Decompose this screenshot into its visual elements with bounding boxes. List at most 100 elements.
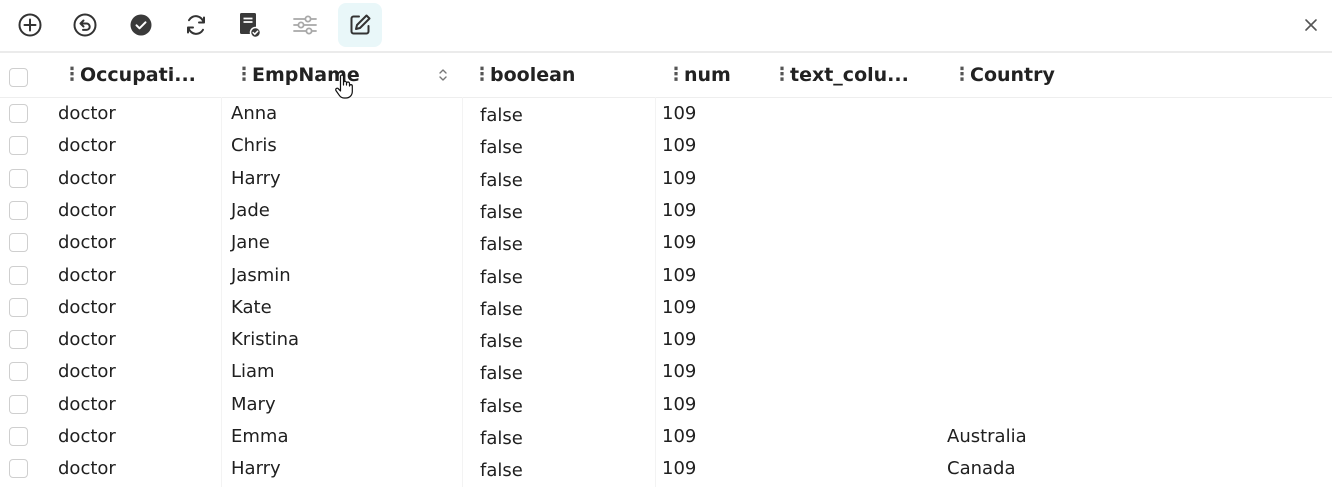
table-row[interactable]: doctor Kristina false 109 xyxy=(0,324,1332,356)
column-header-country[interactable]: ⋮ Country xyxy=(953,53,1055,97)
table-row[interactable]: doctor Jasmin false 109 xyxy=(0,260,1332,292)
cell-occupation[interactable]: doctor xyxy=(58,297,116,318)
undo-icon xyxy=(73,13,97,37)
select-all-checkbox[interactable] xyxy=(9,68,28,87)
cell-num[interactable]: 109 xyxy=(662,297,696,318)
cell-empname[interactable]: Anna xyxy=(231,103,277,124)
cell-empname[interactable]: Emma xyxy=(231,426,288,447)
row-checkbox[interactable] xyxy=(9,168,28,188)
cell-occupation[interactable]: doctor xyxy=(58,426,116,447)
cell-country[interactable]: Australia xyxy=(947,426,1027,447)
confirm-button[interactable] xyxy=(119,3,163,47)
edit-button[interactable] xyxy=(338,3,382,47)
cell-occupation[interactable]: doctor xyxy=(58,361,116,382)
cell-boolean[interactable]: false xyxy=(480,105,523,126)
column-header-occupation[interactable]: ⋮ Occupati... xyxy=(63,53,196,97)
row-checkbox[interactable] xyxy=(9,330,28,350)
sliders-icon xyxy=(293,15,317,35)
cell-occupation[interactable]: doctor xyxy=(58,265,116,286)
cell-empname[interactable]: Mary xyxy=(231,394,276,415)
row-checkbox[interactable] xyxy=(9,459,28,479)
cell-occupation[interactable]: doctor xyxy=(58,200,116,221)
cell-empname[interactable]: Chris xyxy=(231,135,277,156)
row-checkbox[interactable] xyxy=(9,297,28,317)
row-checkbox[interactable] xyxy=(9,394,28,414)
column-header-boolean[interactable]: ⋮ boolean xyxy=(473,53,575,97)
cell-boolean[interactable]: false xyxy=(480,460,523,481)
cell-num[interactable]: 109 xyxy=(662,361,696,382)
row-checkbox[interactable] xyxy=(9,136,28,156)
column-menu-icon[interactable]: ⋮ xyxy=(667,66,685,84)
add-row-button[interactable] xyxy=(8,3,52,47)
cell-boolean[interactable]: false xyxy=(480,267,523,288)
cell-occupation[interactable]: doctor xyxy=(58,458,116,479)
table-row[interactable]: doctor Mary false 109 xyxy=(0,389,1332,421)
cell-empname[interactable]: Kate xyxy=(231,297,272,318)
table-row[interactable]: doctor Harry false 109 xyxy=(0,163,1332,195)
cell-occupation[interactable]: doctor xyxy=(58,232,116,253)
cell-boolean[interactable]: false xyxy=(480,363,523,384)
cell-occupation[interactable]: doctor xyxy=(58,394,116,415)
cell-empname[interactable]: Jane xyxy=(231,232,270,253)
cell-boolean[interactable]: false xyxy=(480,202,523,223)
cell-boolean[interactable]: false xyxy=(480,428,523,449)
column-header-num[interactable]: ⋮ num xyxy=(667,53,731,97)
table-row[interactable]: doctor Jane false 109 xyxy=(0,227,1332,259)
undo-button[interactable] xyxy=(63,3,107,47)
table-row[interactable]: doctor Kate false 109 xyxy=(0,292,1332,324)
cell-num[interactable]: 109 xyxy=(662,458,696,479)
cell-num[interactable]: 109 xyxy=(662,135,696,156)
cell-boolean[interactable]: false xyxy=(480,170,523,191)
cell-boolean[interactable]: false xyxy=(480,331,523,352)
cell-num[interactable]: 109 xyxy=(662,329,696,350)
table-row[interactable]: doctor Chris false 109 xyxy=(0,130,1332,162)
hand-cursor-icon xyxy=(335,74,353,99)
row-checkbox[interactable] xyxy=(9,104,28,123)
cell-num[interactable]: 109 xyxy=(662,200,696,221)
column-menu-icon[interactable]: ⋮ xyxy=(63,66,81,84)
cell-country[interactable]: Canada xyxy=(947,458,1016,479)
table-row[interactable]: doctor Harry false 109 Canada xyxy=(0,453,1332,485)
row-checkbox[interactable] xyxy=(9,265,28,285)
cell-boolean[interactable]: false xyxy=(480,396,523,417)
filter-settings-button[interactable] xyxy=(283,3,327,47)
cell-boolean[interactable]: false xyxy=(480,299,523,320)
document-check-icon xyxy=(240,13,262,39)
save-changes-button[interactable] xyxy=(227,3,271,47)
sort-icon[interactable] xyxy=(437,67,449,83)
cell-num[interactable]: 109 xyxy=(662,232,696,253)
cell-num[interactable]: 109 xyxy=(662,103,696,124)
cell-num[interactable]: 109 xyxy=(662,426,696,447)
column-menu-icon[interactable]: ⋮ xyxy=(473,66,491,84)
refresh-button[interactable] xyxy=(174,3,218,47)
check-circle-icon xyxy=(130,14,152,36)
cell-num[interactable]: 109 xyxy=(662,394,696,415)
table-row[interactable]: doctor Liam false 109 xyxy=(0,356,1332,388)
cell-boolean[interactable]: false xyxy=(480,137,523,158)
cell-occupation[interactable]: doctor xyxy=(58,135,116,156)
cell-empname[interactable]: Jade xyxy=(231,200,270,221)
cell-num[interactable]: 109 xyxy=(662,265,696,286)
close-button[interactable] xyxy=(1300,14,1322,36)
table-row[interactable]: doctor Emma false 109 Australia xyxy=(0,421,1332,453)
row-checkbox[interactable] xyxy=(9,200,28,220)
cell-occupation[interactable]: doctor xyxy=(58,103,116,124)
column-header-text-column[interactable]: ⋮ text_colu... xyxy=(773,53,909,97)
row-checkbox[interactable] xyxy=(9,233,28,253)
cell-num[interactable]: 109 xyxy=(662,168,696,189)
cell-occupation[interactable]: doctor xyxy=(58,329,116,350)
cell-boolean[interactable]: false xyxy=(480,234,523,255)
column-menu-icon[interactable]: ⋮ xyxy=(773,66,791,84)
cell-empname[interactable]: Jasmin xyxy=(231,265,291,286)
column-menu-icon[interactable]: ⋮ xyxy=(953,66,971,84)
row-checkbox[interactable] xyxy=(9,427,28,446)
table-row[interactable]: doctor Jade false 109 xyxy=(0,195,1332,227)
cell-empname[interactable]: Harry xyxy=(231,458,281,479)
cell-occupation[interactable]: doctor xyxy=(58,168,116,189)
cell-empname[interactable]: Harry xyxy=(231,168,281,189)
cell-empname[interactable]: Kristina xyxy=(231,329,299,350)
row-checkbox[interactable] xyxy=(9,362,28,382)
table-row[interactable]: doctor Anna false 109 xyxy=(0,98,1332,130)
column-menu-icon[interactable]: ⋮ xyxy=(235,66,253,84)
cell-empname[interactable]: Liam xyxy=(231,361,275,382)
